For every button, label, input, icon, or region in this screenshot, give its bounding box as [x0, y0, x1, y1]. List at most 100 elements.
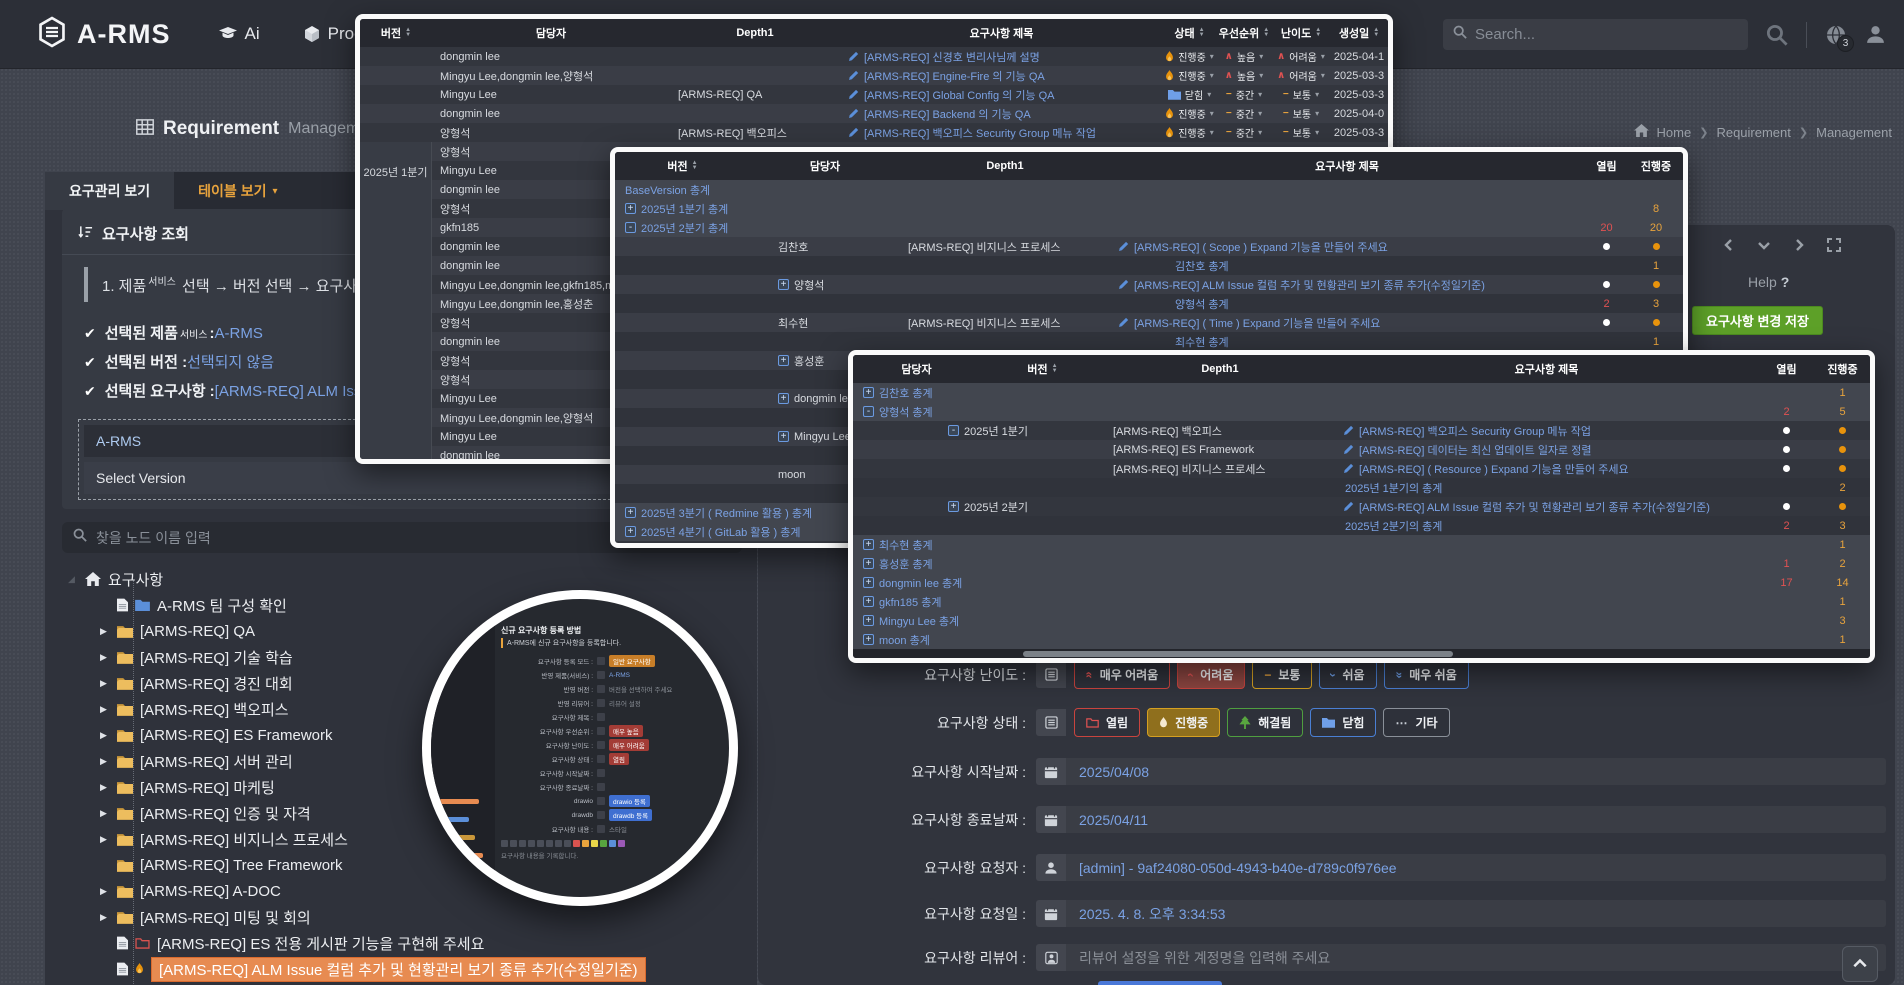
status-option-해결됨[interactable]: 해결됨	[1227, 708, 1303, 737]
requirement-title-link[interactable]: [ARMS-REQ] ( Scope ) Expand 기능을 만들어 주세요	[1134, 239, 1388, 255]
expand-icon[interactable]: +	[778, 393, 789, 404]
tree-expand-icon[interactable]: ▶	[97, 678, 110, 689]
difficulty-option-어려움[interactable]: ‹어려움	[1177, 660, 1245, 689]
tree-item[interactable]: ▶[ARMS-REQ] 미팅 및 회의	[59, 904, 754, 930]
tab-requirement-view[interactable]: 요구관리 보기	[45, 172, 174, 210]
tree-expand-icon[interactable]: ▶	[97, 652, 110, 663]
priority-dropdown[interactable]: −중간▾	[1226, 125, 1262, 140]
tree-item[interactable]: [ARMS-REQ] ES 전용 게시판 기능을 구현해 주세요	[59, 930, 754, 956]
field-value[interactable]: [admin] - 9af24080-050d-4943-b40e-d789c0…	[1066, 854, 1886, 881]
requirement-title-link[interactable]: [ARMS-REQ] Global Config 의 기능 QA	[864, 87, 1055, 103]
notifications-icon[interactable]: 3	[1825, 24, 1847, 46]
chevron-left-icon[interactable]	[1722, 238, 1736, 257]
requirement-title-link[interactable]: [ARMS-REQ] ALM Issue 컬럼 추가 및 현황관리 보기 종류 …	[1134, 277, 1485, 293]
difficulty-dropdown[interactable]: −보통▾	[1283, 125, 1319, 140]
expand-icon[interactable]: +	[778, 279, 789, 290]
breadcrumb-home[interactable]: Home	[1657, 125, 1692, 140]
requirement-title-link[interactable]: [ARMS-REQ] 백오피스 Security Group 메뉴 작업	[864, 125, 1096, 141]
expand-icon[interactable]: +	[863, 539, 874, 550]
expand-icon[interactable]	[1827, 238, 1841, 257]
field-value[interactable]: 2025. 4. 8. 오후 3:34:53	[1066, 900, 1886, 927]
user-icon[interactable]	[1865, 24, 1886, 45]
requirement-title-link[interactable]: [ARMS-REQ] ALM Issue 컬럼 추가 및 현황관리 보기 종류 …	[1359, 499, 1710, 515]
global-search[interactable]	[1443, 19, 1748, 50]
tree-expand-icon[interactable]: ▶	[97, 834, 110, 845]
sort-icon[interactable]: ▲▼	[1199, 28, 1205, 38]
search-submit-icon[interactable]	[1766, 24, 1788, 46]
expand-icon[interactable]: +	[863, 634, 874, 645]
tree-expand-icon[interactable]: ▶	[97, 756, 110, 767]
field-value[interactable]: 2025/04/11	[1066, 806, 1886, 833]
collapse-icon[interactable]: -	[625, 222, 636, 233]
status-dropdown[interactable]: 진행중▾	[1165, 106, 1214, 121]
tree-expand-icon[interactable]: ▶	[97, 782, 110, 793]
sort-icon[interactable]: ▲▼	[1263, 28, 1269, 38]
requirement-title-link[interactable]: [ARMS-REQ] 백오피스 Security Group 메뉴 작업	[1359, 423, 1591, 439]
sort-icon[interactable]: ▲▼	[1315, 28, 1321, 38]
field-value[interactable]: 2025/04/08	[1066, 758, 1886, 785]
expand-icon[interactable]: +	[863, 558, 874, 569]
difficulty-dropdown[interactable]: ∧어려움▾	[1277, 68, 1325, 83]
requirement-title-link[interactable]: [ARMS-REQ] Backend 의 기능 QA	[864, 106, 1031, 122]
priority-dropdown[interactable]: ∧높음▾	[1225, 49, 1264, 64]
requirement-title-link[interactable]: [ARMS-REQ] Engine-Fire 의 기능 QA	[864, 68, 1045, 84]
tab-table-view[interactable]: 테이블 보기▾	[174, 172, 301, 210]
requirement-title-link[interactable]: [ARMS-REQ] ( Resource ) Expand 기능을 만들어 주…	[1359, 461, 1629, 477]
save-requirement-button[interactable]: 요구사항 변경 저장	[1692, 306, 1823, 335]
priority-dropdown[interactable]: −중간▾	[1226, 106, 1262, 121]
difficulty-option-매우 쉬움[interactable]: »매우 쉬움	[1384, 660, 1469, 689]
expand-icon[interactable]: +	[778, 431, 789, 442]
expand-icon[interactable]: +	[778, 355, 789, 366]
chevron-right-icon[interactable]	[1792, 238, 1806, 257]
difficulty-dropdown[interactable]: ∧어려움▾	[1277, 49, 1325, 64]
collapse-icon[interactable]: -	[948, 425, 959, 436]
sort-icon[interactable]: ▲▼	[692, 161, 698, 171]
difficulty-option-쉬움[interactable]: ›쉬움	[1319, 660, 1376, 689]
priority-dropdown[interactable]: ∧높음▾	[1225, 68, 1264, 83]
horizontal-scrollbar[interactable]	[853, 649, 1870, 658]
status-dropdown[interactable]: 진행중▾	[1165, 68, 1214, 83]
search-input[interactable]	[1475, 26, 1738, 43]
field-value[interactable]: 리뷰어 설정을 위한 계정명을 입력해 주세요	[1066, 944, 1886, 971]
requirement-title-link[interactable]: [ARMS-REQ] ( Time ) Expand 기능을 만들어 주세요	[1134, 315, 1380, 331]
scroll-to-top-button[interactable]	[1842, 946, 1878, 982]
requirement-title-link[interactable]: [ARMS-REQ] 신경호 변리사님께 설명	[864, 49, 1040, 65]
status-option-기타[interactable]: ⋯기타	[1383, 708, 1449, 737]
breadcrumb-section[interactable]: Requirement	[1716, 125, 1790, 140]
tree-expand-icon[interactable]: ▶	[97, 626, 110, 637]
expand-icon[interactable]: +	[863, 596, 874, 607]
tree-expand-icon[interactable]: ▶	[97, 886, 110, 897]
requirement-title-link[interactable]: [ARMS-REQ] 데이터는 최신 업데이트 일자로 정렬	[1359, 442, 1591, 458]
status-dropdown[interactable]: 진행중▾	[1165, 125, 1214, 140]
tree-expand-icon[interactable]: ▶	[97, 704, 110, 715]
chevron-down-icon[interactable]	[1757, 238, 1771, 257]
app-logo[interactable]: A-RMS	[36, 16, 171, 53]
tree-expand-icon[interactable]: ▶	[97, 912, 110, 923]
status-dropdown[interactable]: 진행중▾	[1165, 49, 1214, 64]
difficulty-dropdown[interactable]: −보통▾	[1283, 106, 1319, 121]
sort-icon[interactable]: ▲▼	[405, 28, 411, 38]
tree-item[interactable]: [ARMS-REQ] ALM Issue 컬럼 추가 및 현황관리 보기 종류 …	[59, 956, 754, 982]
nav-item-ai[interactable]: Ai	[219, 24, 260, 44]
tree-item[interactable]: ◢요구사항	[59, 566, 754, 592]
difficulty-dropdown[interactable]: −보통▾	[1283, 87, 1319, 102]
bottom-button-sliver[interactable]	[1098, 981, 1222, 985]
sort-icon[interactable]: ▲▼	[1052, 364, 1058, 374]
scrollbar-thumb[interactable]	[1023, 651, 1453, 657]
expand-icon[interactable]: +	[863, 387, 874, 398]
tree-expand-icon[interactable]: ▶	[97, 730, 110, 741]
status-option-진행중[interactable]: 진행중	[1147, 708, 1220, 737]
sort-icon[interactable]: ▲▼	[1373, 28, 1379, 38]
status-option-닫힘[interactable]: 닫힘	[1310, 708, 1376, 737]
status-option-열림[interactable]: 열림	[1074, 708, 1140, 737]
status-dropdown[interactable]: 닫힘▾	[1168, 87, 1211, 102]
expand-icon[interactable]: +	[948, 501, 959, 512]
priority-dropdown[interactable]: −중간▾	[1226, 87, 1262, 102]
collapse-icon[interactable]: -	[863, 406, 874, 417]
expand-icon[interactable]: +	[863, 615, 874, 626]
difficulty-option-매우 어려움[interactable]: «매우 어려움	[1074, 660, 1170, 689]
tree-expand-icon[interactable]: ▶	[97, 808, 110, 819]
expand-icon[interactable]: +	[625, 507, 636, 518]
difficulty-option-보통[interactable]: −보통	[1252, 660, 1312, 689]
tree-collapse-icon[interactable]: ◢	[65, 574, 78, 585]
